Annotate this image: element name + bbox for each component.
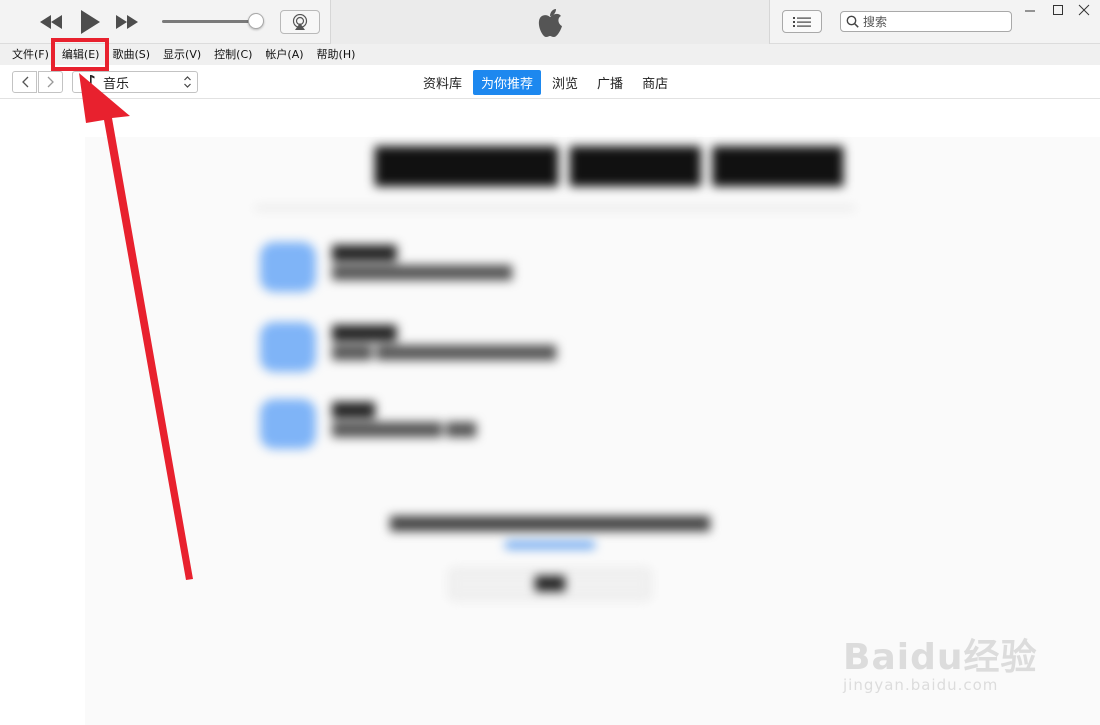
search-input[interactable] [863, 14, 1003, 29]
media-type-label: 音乐 [103, 76, 130, 92]
search-icon [846, 15, 859, 28]
play-icon [81, 10, 100, 34]
blurred-description: ████████████████████████████████ [390, 517, 710, 532]
rewind-icon [40, 15, 62, 29]
menu-file[interactable]: 文件(F) [8, 44, 53, 65]
menu-controls[interactable]: 控制(C) [210, 44, 256, 65]
tab-for-you[interactable]: 为你推荐 [473, 70, 542, 95]
blurred-link[interactable] [505, 541, 595, 549]
player-toolbar [0, 0, 1100, 44]
maximize-button[interactable] [1044, 0, 1072, 20]
tab-browse[interactable]: 浏览 [544, 70, 586, 95]
close-icon [1078, 4, 1090, 16]
fast-forward-icon [116, 15, 138, 29]
tab-store[interactable]: 商店 [634, 70, 676, 95]
minimize-icon [1025, 10, 1035, 12]
airplay-button[interactable] [280, 10, 320, 34]
watermark-url: jingyan.baidu.com [843, 676, 999, 694]
section-tabs: 资料库 为你推荐 浏览 广播 商店 [415, 70, 679, 95]
navigation-bar: 音乐 资料库 为你推荐 浏览 广播 商店 [0, 65, 1100, 99]
list-icon [793, 16, 811, 27]
play-button[interactable] [78, 8, 102, 36]
menu-bar: 文件(F) 编辑(E) 歌曲(S) 显示(V) 控制(C) 帐户(A) 帮助(H… [0, 44, 1100, 65]
lcd-display [330, 0, 770, 44]
menu-song[interactable]: 歌曲(S) [108, 44, 154, 65]
airplay-icon [292, 14, 308, 30]
maximize-icon [1053, 5, 1063, 15]
fast-forward-button[interactable] [114, 12, 140, 32]
watermark-logo: Baidu经验 [843, 637, 1038, 678]
feature-icon [260, 322, 316, 372]
rewind-button[interactable] [38, 12, 64, 32]
chevron-right-icon [47, 76, 54, 88]
menu-help[interactable]: 帮助(H) [313, 44, 360, 65]
menu-view[interactable]: 显示(V) [159, 44, 205, 65]
feature-row: ████ ███████████ ███ [260, 399, 760, 459]
menu-account[interactable]: 帐户(A) [261, 44, 307, 65]
blurred-heading: ███████ █████ █████ [375, 147, 844, 187]
tab-library[interactable]: 资料库 [415, 70, 470, 95]
up-next-list-button[interactable] [782, 10, 822, 33]
volume-slider-track[interactable] [162, 20, 258, 23]
divider [255, 207, 855, 209]
feature-icon [260, 242, 316, 292]
music-note-icon [84, 75, 95, 90]
tab-radio[interactable]: 广播 [589, 70, 631, 95]
chevron-left-icon [21, 76, 28, 88]
forward-button[interactable] [38, 71, 63, 93]
watermark: Baidu经验 jingyan.baidu.com [843, 608, 1043, 698]
volume-slider-knob[interactable] [248, 13, 264, 29]
apple-logo [538, 9, 562, 37]
chevron-updown-icon [184, 76, 191, 88]
close-button[interactable] [1070, 0, 1098, 20]
feature-row: ██████ ██████████████████ [260, 242, 760, 302]
minimize-button[interactable] [1016, 0, 1044, 20]
media-type-select[interactable]: 音乐 [72, 71, 198, 93]
search-field[interactable] [840, 11, 1012, 32]
highlight-box [51, 38, 109, 71]
blurred-button[interactable]: ███ [450, 569, 650, 599]
feature-row: ██████ ████ ██████████████████ [260, 322, 760, 382]
feature-icon [260, 399, 316, 449]
back-button[interactable] [12, 71, 37, 93]
